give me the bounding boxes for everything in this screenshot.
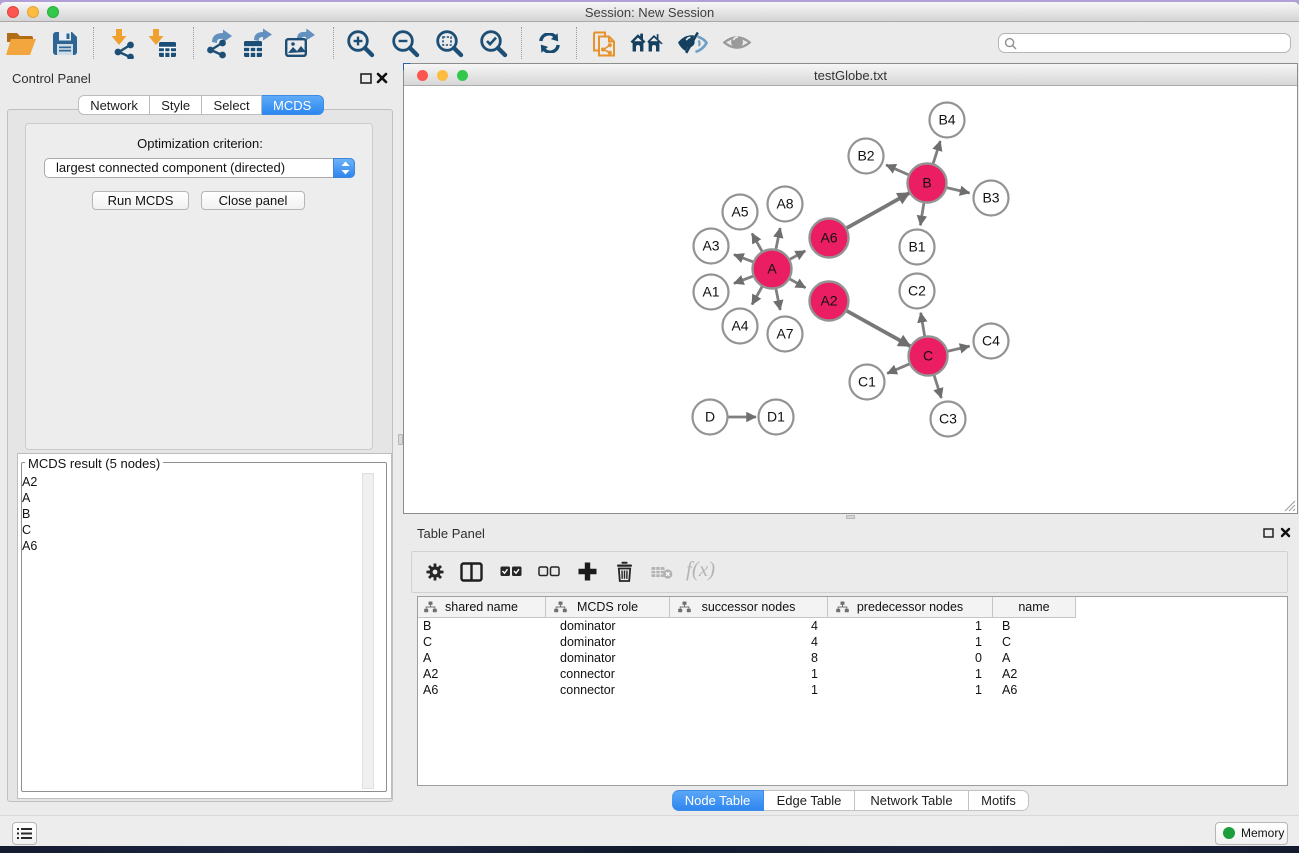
svg-text:D1: D1	[767, 409, 785, 425]
svg-text:B: B	[922, 175, 931, 191]
svg-text:C4: C4	[982, 333, 1000, 349]
svg-text:A2: A2	[820, 293, 837, 309]
svg-text:A6: A6	[820, 230, 837, 246]
svg-text:B2: B2	[857, 148, 874, 164]
svg-text:C2: C2	[908, 283, 926, 299]
svg-text:C3: C3	[939, 411, 957, 427]
svg-text:A3: A3	[702, 238, 719, 254]
svg-text:C: C	[923, 348, 933, 364]
svg-text:D: D	[705, 409, 715, 425]
svg-text:A5: A5	[731, 204, 748, 220]
svg-text:B1: B1	[908, 239, 925, 255]
svg-text:A7: A7	[776, 326, 793, 342]
svg-text:A8: A8	[776, 196, 793, 212]
svg-text:B3: B3	[982, 190, 999, 206]
svg-text:A4: A4	[731, 318, 748, 334]
svg-text:C1: C1	[858, 374, 876, 390]
svg-text:A: A	[767, 261, 777, 277]
svg-text:A1: A1	[702, 284, 719, 300]
svg-text:B4: B4	[938, 112, 955, 128]
